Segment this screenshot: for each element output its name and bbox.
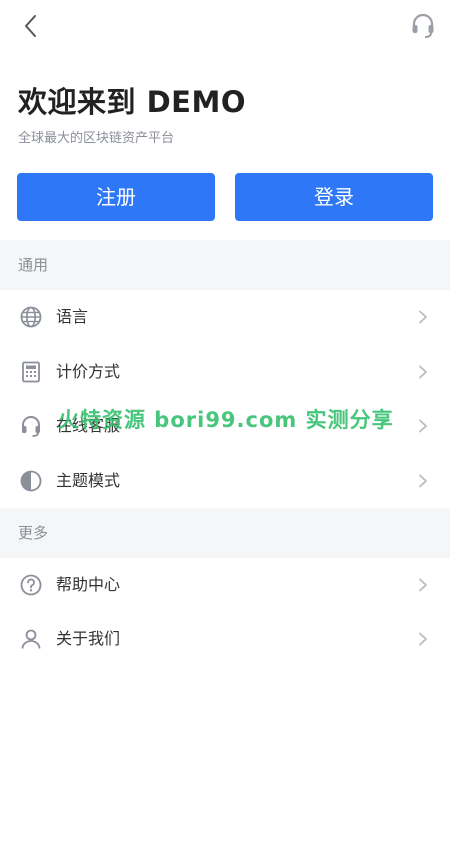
chevron-right-icon <box>419 632 427 646</box>
chevron-right-icon <box>419 365 427 379</box>
menu-item-label: 计价方式 <box>56 362 121 381</box>
menu-item-label: 语言 <box>56 307 89 326</box>
chevron-left-icon <box>25 15 36 37</box>
headset-icon <box>412 13 434 38</box>
half-circle-icon <box>20 470 42 492</box>
menu-item-language[interactable]: 语言 <box>0 290 450 344</box>
question-circle-icon <box>20 574 42 596</box>
section-header-general: 通用 <box>0 240 450 290</box>
menu-item-label: 主题模式 <box>56 471 121 490</box>
welcome-block: 欢迎来到 DEMO 全球最大的区块链资产平台 <box>18 84 432 148</box>
menu-item-help-center[interactable]: 帮助中心 <box>0 558 450 612</box>
watermark-overlay: 火特资源 bori99.com 实测分享 <box>58 408 394 432</box>
globe-icon <box>20 306 42 328</box>
settings-page: 欢迎来到 DEMO 全球最大的区块链资产平台 注册 登录 通用 语言 计价方式 … <box>0 0 450 855</box>
calculator-icon <box>22 361 40 383</box>
menu-item-pricing-method[interactable]: 计价方式 <box>0 345 450 399</box>
auth-buttons: 注册 登录 <box>17 173 433 221</box>
menu-item-theme-mode[interactable]: 主题模式 <box>0 454 450 508</box>
user-icon <box>21 629 41 649</box>
chevron-right-icon <box>419 419 427 433</box>
menu-item-about-us[interactable]: 关于我们 <box>0 612 450 666</box>
top-bar <box>0 0 450 54</box>
section-header-more: 更多 <box>0 508 450 558</box>
chevron-right-icon <box>419 474 427 488</box>
welcome-title: 欢迎来到 DEMO <box>18 85 246 119</box>
chevron-right-icon <box>419 578 427 592</box>
menu-item-label: 帮助中心 <box>56 575 121 594</box>
welcome-subtitle: 全球最大的区块链资产平台 <box>18 131 175 146</box>
back-button[interactable] <box>18 12 46 40</box>
register-button[interactable]: 注册 <box>17 173 215 221</box>
menu-item-label: 关于我们 <box>56 629 121 648</box>
headset-icon <box>22 416 40 437</box>
login-button[interactable]: 登录 <box>235 173 433 221</box>
chevron-right-icon <box>419 310 427 324</box>
customer-service-button[interactable] <box>410 12 436 40</box>
